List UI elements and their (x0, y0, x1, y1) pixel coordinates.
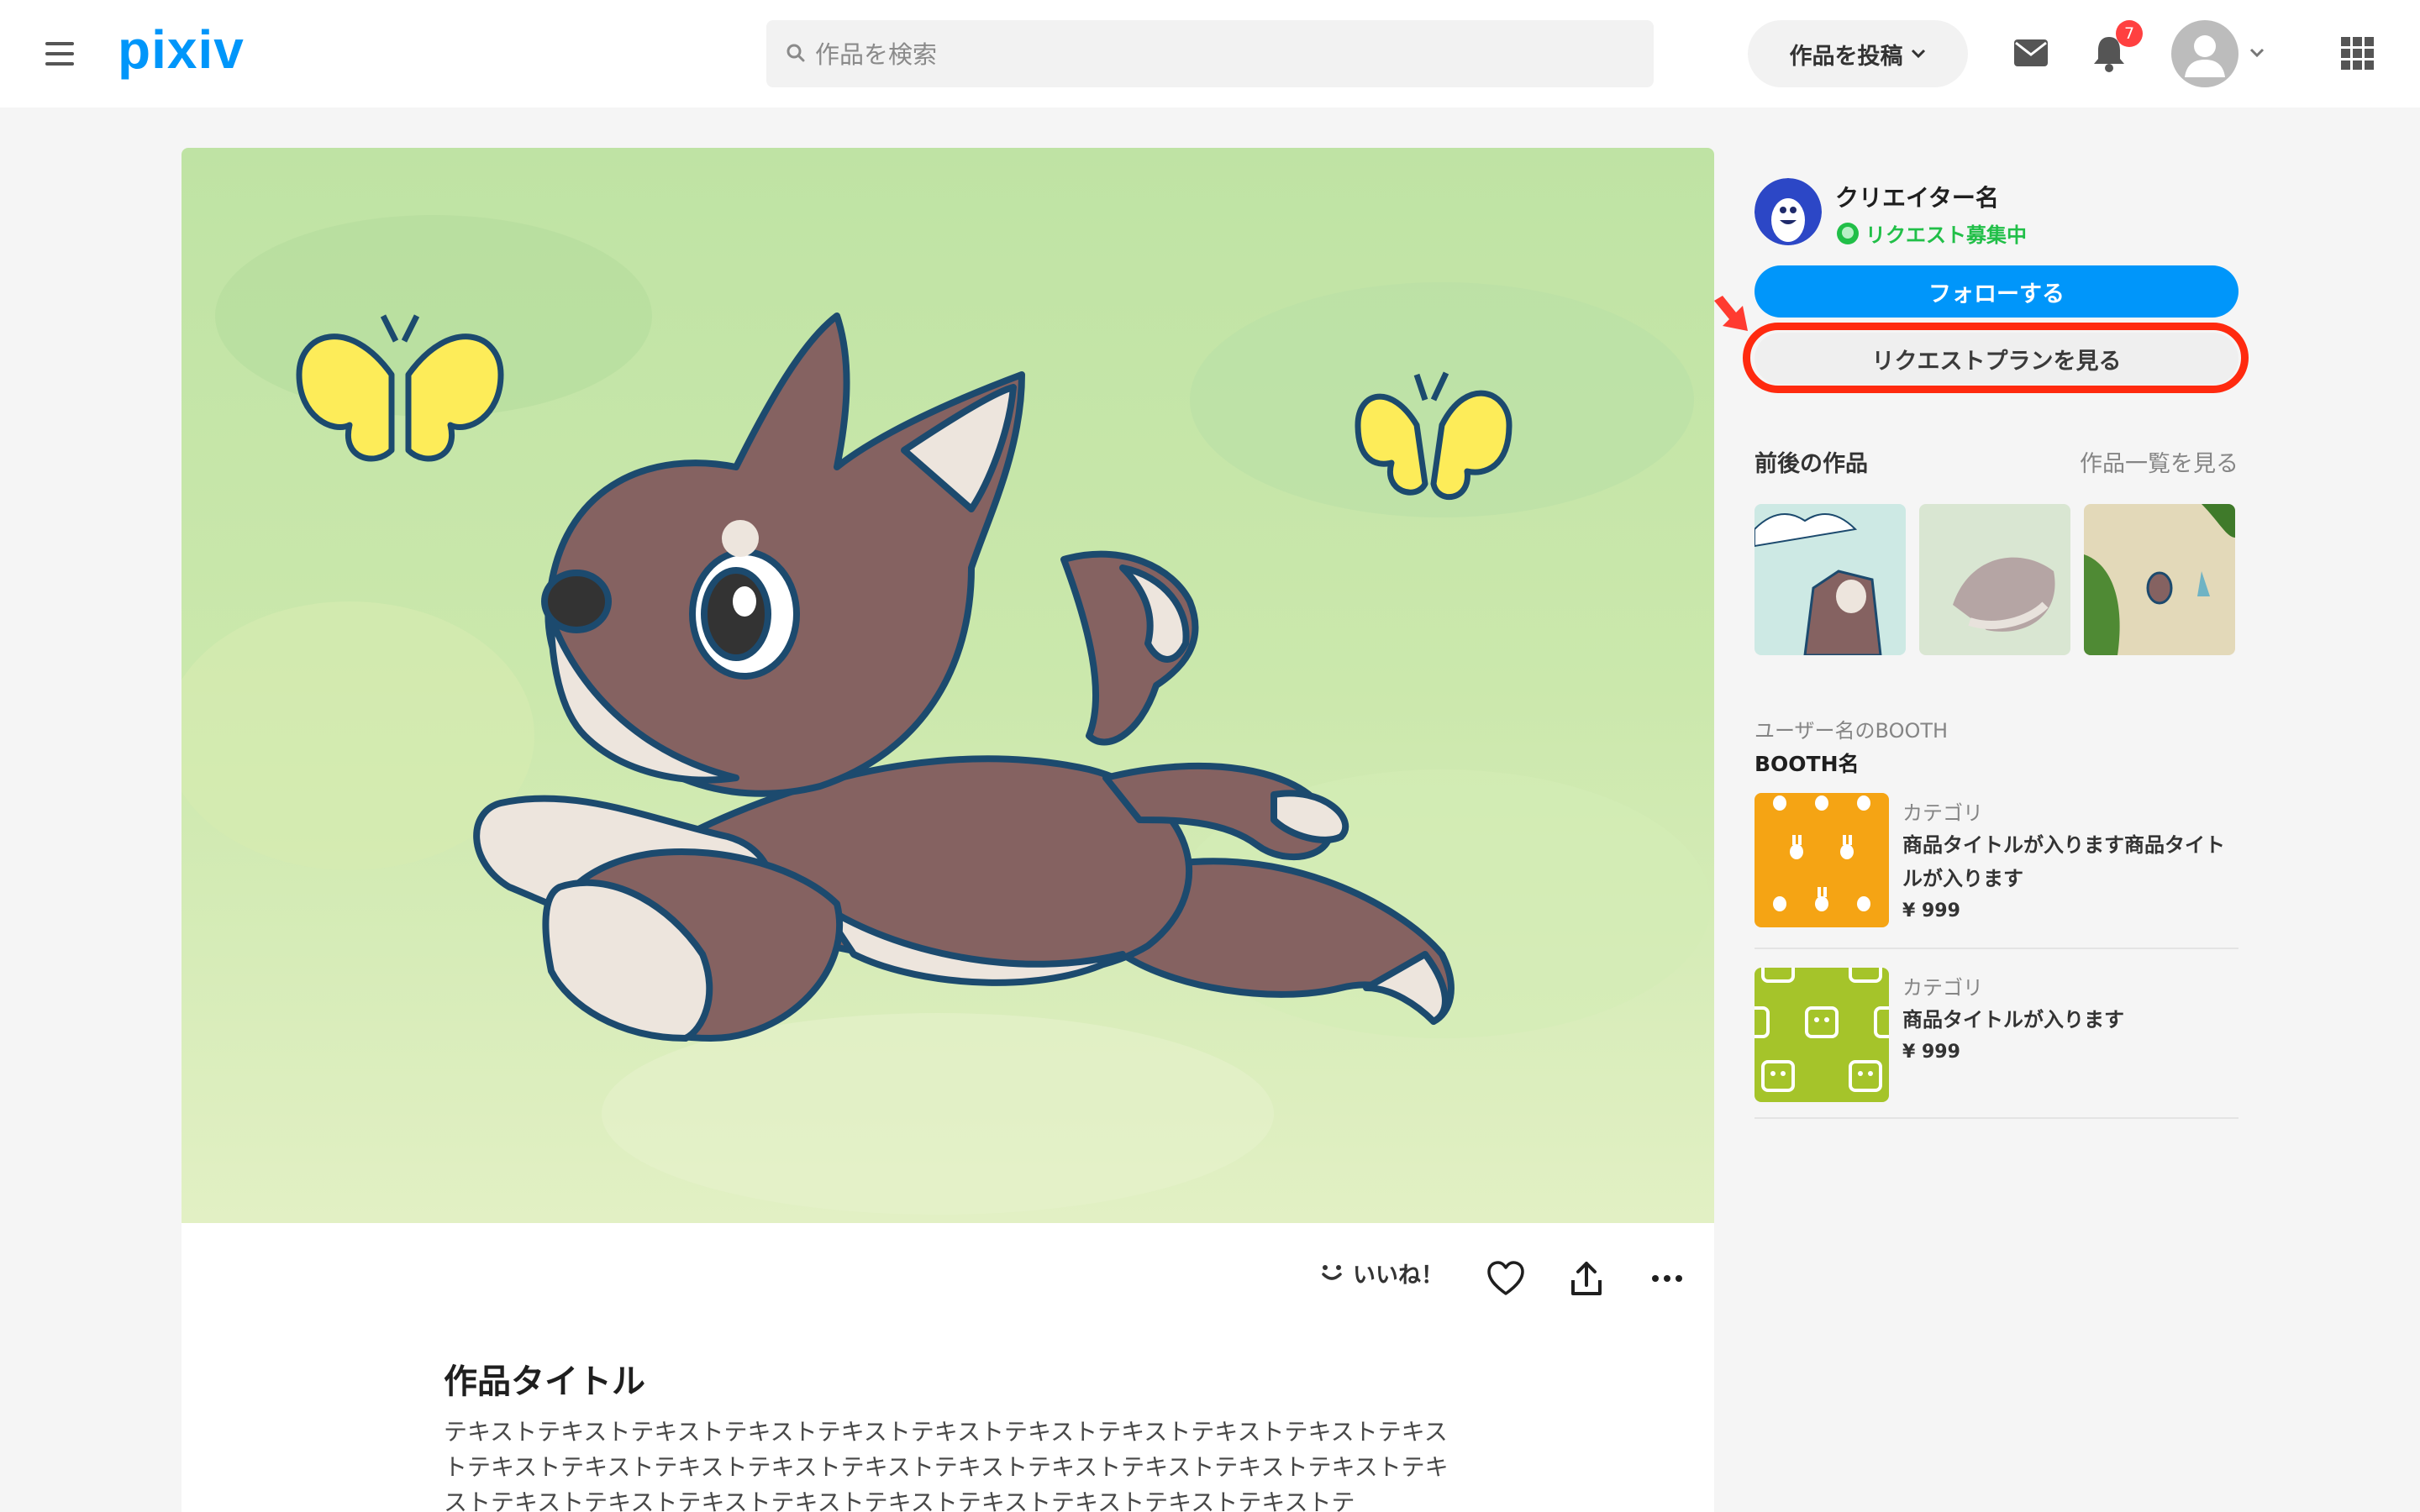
related-work-thumbnail[interactable] (1919, 504, 2070, 655)
product-image (1754, 793, 1889, 927)
creator-avatar-image (1754, 178, 1822, 245)
highlight-outline (1743, 323, 2249, 393)
artwork-title: 作品タイトル (444, 1362, 645, 1401)
divider (1754, 1117, 2238, 1119)
apps-grid-icon[interactable] (2341, 37, 2375, 71)
chevron-down-icon (1911, 49, 1925, 59)
creator-avatar[interactable] (1754, 178, 1822, 245)
divider (1754, 948, 2238, 949)
related-work-thumbnail[interactable] (1754, 504, 1906, 655)
creator-name[interactable]: クリエイター名 (1835, 180, 1999, 213)
like-label: いいね！ (1353, 1263, 1444, 1289)
search-input[interactable] (813, 20, 1623, 89)
product-category: カテゴリ (1902, 976, 1983, 1000)
request-status[interactable]: リクエスト募集中 (1835, 218, 2027, 248)
artwork-description: テキストテキストテキストテキストテキストテキストテキストテキストテキストテキスト… (444, 1418, 1449, 1512)
see-all-works-link[interactable]: 作品一覧を見る (2080, 445, 2238, 478)
notification-badge: 7 (2116, 20, 2143, 47)
person-icon (2185, 35, 2225, 77)
product-price: ¥ 999 (1902, 900, 1960, 921)
product-price: ¥ 999 (1902, 1042, 1960, 1063)
artwork-card: いいね！ 作品タイトル テキストテキストテキストテキストテキストテキストテキスト… (182, 148, 1714, 1512)
pointer-arrow-icon (1714, 296, 1748, 331)
mail-icon[interactable] (2013, 39, 2049, 67)
post-work-label: 作品を投稿 (1789, 43, 1903, 70)
product-title[interactable]: 商品タイトルが入ります商品タイトルが入ります (1902, 828, 2238, 895)
product-image (1754, 968, 1889, 1102)
related-works-heading: 前後の作品 (1754, 451, 1868, 477)
like-button[interactable]: いいね！ (1318, 1257, 1444, 1289)
search-icon (786, 44, 805, 62)
top-header: pixiv 作品を投稿 7 (0, 0, 2420, 108)
booth-product[interactable]: カテゴリ 商品タイトルが入ります商品タイトルが入ります ¥ 999 (1754, 793, 2238, 927)
product-category: カテゴリ (1902, 801, 1983, 825)
share-icon[interactable] (1566, 1258, 1607, 1299)
request-bubble-icon (1837, 222, 1859, 244)
follow-button[interactable]: フォローする (1754, 265, 2238, 318)
booth-shop-name[interactable]: BOOTH名 (1754, 748, 1860, 778)
post-work-button[interactable]: 作品を投稿 (1748, 20, 1968, 87)
related-work-thumbnail[interactable] (2084, 504, 2235, 655)
account-chevron-icon[interactable] (2249, 47, 2265, 59)
heart-icon[interactable] (1486, 1258, 1526, 1299)
booth-user-label: ユーザー名のBOOTH (1754, 719, 1949, 743)
product-title[interactable]: 商品タイトルが入ります (1902, 1003, 2238, 1037)
user-avatar[interactable] (2171, 20, 2238, 87)
menu-icon[interactable] (45, 42, 74, 66)
request-status-label: リクエスト募集中 (1865, 223, 2027, 247)
search-bar[interactable] (766, 20, 1654, 89)
smile-icon (1322, 1264, 1342, 1280)
booth-product[interactable]: カテゴリ 商品タイトルが入ります ¥ 999 (1754, 968, 2238, 1102)
more-icon[interactable] (1647, 1258, 1687, 1299)
artwork-image[interactable] (182, 148, 1714, 1223)
artwork-actions: いいね！ (182, 1240, 1714, 1320)
pixiv-logo[interactable]: pixiv (118, 18, 245, 81)
